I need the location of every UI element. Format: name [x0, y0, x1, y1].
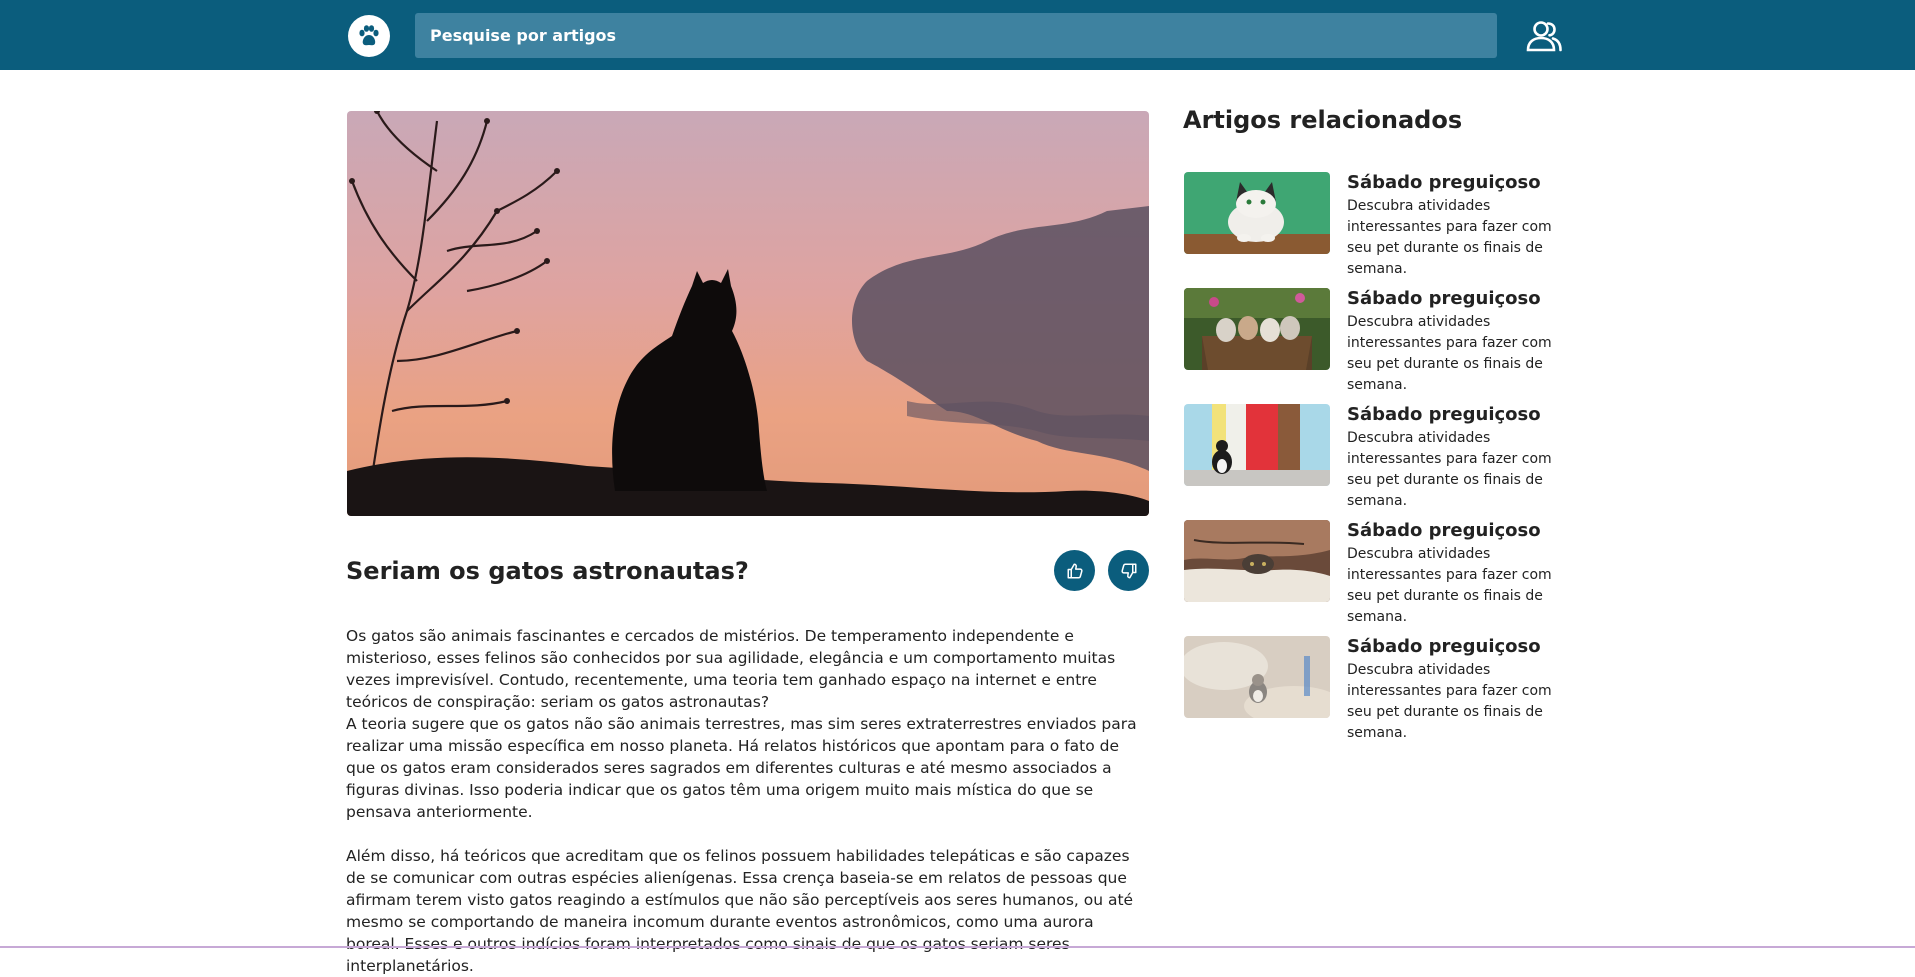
related-article-item[interactable]: Sábado preguiçoso Descubra atividades in…	[1184, 520, 1584, 625]
related-article-item[interactable]: Sábado preguiçoso Descubra atividades in…	[1184, 288, 1584, 393]
related-article-item[interactable]: Sábado preguiçoso Descubra atividades in…	[1184, 172, 1584, 277]
related-article-description: Descubra atividades interessantes para f…	[1347, 430, 1552, 509]
related-article-thumbnail[interactable]	[1184, 520, 1330, 602]
related-article-title[interactable]: Sábado preguiçoso	[1347, 520, 1541, 541]
search-input[interactable]	[415, 13, 1497, 58]
thumbs-up-icon[interactable]	[1054, 550, 1095, 591]
related-article-title[interactable]: Sábado preguiçoso	[1347, 172, 1541, 193]
article-title: Seriam os gatos astronautas?	[346, 557, 749, 585]
users-icon[interactable]	[1522, 17, 1566, 55]
top-navigation-bar	[0, 0, 1915, 70]
related-article-title[interactable]: Sábado preguiçoso	[1347, 404, 1541, 425]
article-body: Os gatos são animais fascinantes e cerca…	[346, 625, 1151, 977]
article-paragraph: Os gatos são animais fascinantes e cerca…	[346, 627, 1116, 711]
related-article-title[interactable]: Sábado preguiçoso	[1347, 636, 1541, 657]
related-article-description: Descubra atividades interessantes para f…	[1347, 198, 1552, 277]
hero-image	[347, 111, 1149, 516]
related-article-description: Descubra atividades interessantes para f…	[1347, 314, 1552, 393]
related-article-title[interactable]: Sábado preguiçoso	[1347, 288, 1541, 309]
related-article-item[interactable]: Sábado preguiçoso Descubra atividades in…	[1184, 404, 1584, 509]
related-article-thumbnail[interactable]	[1184, 636, 1330, 718]
related-article-thumbnail[interactable]	[1184, 404, 1330, 486]
related-article-item[interactable]: Sábado preguiçoso Descubra atividades in…	[1184, 636, 1584, 741]
article-paragraph: A teoria sugere que os gatos não são ani…	[346, 715, 1137, 821]
article-paragraph: Além disso, há teóricos que acreditam qu…	[346, 847, 1134, 975]
related-article-description: Descubra atividades interessantes para f…	[1347, 662, 1552, 741]
related-article-description: Descubra atividades interessantes para f…	[1347, 546, 1552, 625]
related-article-thumbnail[interactable]	[1184, 172, 1330, 254]
related-article-thumbnail[interactable]	[1184, 288, 1330, 370]
related-articles-heading: Artigos relacionados	[1183, 106, 1463, 134]
paw-icon[interactable]	[348, 15, 390, 57]
thumbs-down-icon[interactable]	[1108, 550, 1149, 591]
